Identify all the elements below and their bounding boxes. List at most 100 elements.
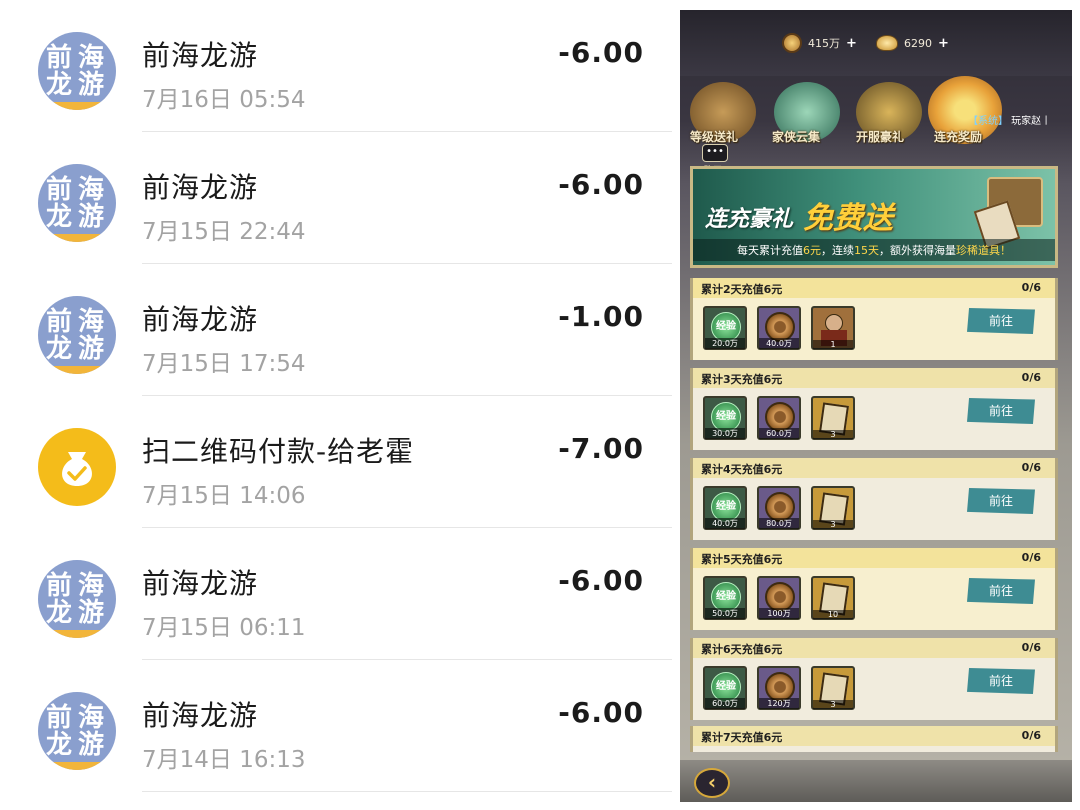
transaction-time: 7月14日 16:13	[142, 747, 306, 773]
copper-coin-item-icon[interactable]: 120万	[757, 666, 801, 710]
banner-subtitle-highlight: 6元	[803, 244, 821, 257]
banner-subtitle-highlight: 15天	[854, 244, 879, 257]
gold-resource[interactable]: 6290 +	[876, 32, 949, 54]
merchant-avatar: 前 海 龙 游	[38, 32, 116, 110]
plus-icon[interactable]: +	[938, 36, 949, 51]
copper-coin-item-icon[interactable]: 100万	[757, 576, 801, 620]
copper-coin-icon	[782, 33, 802, 53]
avatar-glyph: 游	[78, 202, 105, 232]
goto-button[interactable]: 前往	[967, 308, 1035, 334]
transaction-title: 前海龙游	[142, 303, 259, 336]
goto-button[interactable]: 前往	[967, 488, 1035, 514]
transaction-row[interactable]: 前 海 龙 游 前海龙游 7月14日 16:13 -6.00	[0, 660, 672, 792]
avatar-glyph: 游	[78, 598, 105, 628]
task-name: 累计3天充值6元	[701, 373, 783, 386]
nav-label-server-gift[interactable]: 开服豪礼	[856, 128, 904, 145]
transaction-amount: -1.00	[558, 300, 644, 333]
transaction-title: 前海龙游	[142, 567, 259, 600]
scroll-item-icon[interactable]: 3	[811, 396, 855, 440]
task-name: 累计6天充值6元	[701, 643, 783, 656]
task-progress: 0/6	[1021, 281, 1041, 294]
game-screen: 415万 + 6290 + 等级送礼 家侠云集 开服豪礼 连充奖励 【系统】 玩…	[680, 10, 1072, 802]
banner-subtitle: 每天累计充值6元，连续15天，额外获得海量珍稀道具！	[693, 239, 1055, 261]
transaction-row[interactable]: 前 海 龙 游 前海龙游 7月15日 17:54 -1.00	[0, 264, 672, 396]
item-qty: 3	[813, 430, 853, 439]
gold-amount: 6290	[904, 36, 932, 50]
transaction-time: 7月15日 14:06	[142, 483, 306, 509]
transaction-row[interactable]: 扫二维码付款-给老霍 7月15日 14:06 -7.00	[0, 396, 672, 528]
nav-label-heroes-gather[interactable]: 家侠云集	[772, 128, 820, 145]
copper-amount: 415万	[808, 37, 840, 50]
plus-icon[interactable]: +	[846, 36, 857, 51]
transaction-amount: -6.00	[558, 564, 644, 597]
scroll-item-icon[interactable]: 3	[811, 486, 855, 530]
chat-icon[interactable]: •••	[702, 144, 728, 162]
reward-task: 累计4天充值6元 0/6 经验 40.0万 80.0万 3 前往	[690, 458, 1058, 540]
item-qty: 50.0万	[705, 608, 745, 619]
avatar-glyph: 前	[46, 571, 73, 601]
money-bag-icon	[38, 428, 116, 506]
transaction-time: 7月15日 17:54	[142, 351, 306, 377]
item-qty: 3	[813, 700, 853, 709]
avatar-glyph: 海	[78, 571, 105, 601]
chevron-left-icon[interactable]: ‹	[694, 768, 730, 798]
transaction-amount: -6.00	[558, 696, 644, 729]
transaction-time: 7月15日 06:11	[142, 615, 306, 641]
avatar-glyph: 龙	[46, 730, 73, 760]
exp-item-icon[interactable]: 经验 30.0万	[703, 396, 747, 440]
exp-item-icon[interactable]: 经验 20.0万	[703, 306, 747, 350]
marquee-text: 玩家赵丨	[1008, 116, 1052, 127]
item-qty: 30.0万	[705, 428, 745, 439]
transaction-title: 前海龙游	[142, 39, 259, 72]
exp-item-icon[interactable]: 经验 40.0万	[703, 486, 747, 530]
merchant-avatar: 前 海 龙 游	[38, 164, 116, 242]
marquee-system-tag: 【系统】	[968, 116, 1008, 127]
avatar-glyph: 前	[46, 175, 73, 205]
task-name: 累计2天充值6元	[701, 283, 783, 296]
item-qty: 1	[813, 340, 853, 349]
transaction-time: 7月15日 22:44	[142, 219, 306, 245]
reward-task: 累计6天充值6元 0/6 经验 60.0万 120万 3 前往	[690, 638, 1058, 720]
transaction-time: 7月16日 05:54	[142, 87, 306, 113]
item-qty: 120万	[759, 698, 799, 709]
transaction-row[interactable]: 前 海 龙 游 前海龙游 7月16日 05:54 -6.00	[0, 0, 672, 132]
banner-headline-highlight: 免费送	[803, 201, 893, 236]
gold-ingot-icon	[876, 35, 898, 51]
reward-task: 累计5天充值6元 0/6 经验 50.0万 100万 10 前往	[690, 548, 1058, 630]
goto-button[interactable]: 前往	[967, 398, 1035, 424]
banner-subtitle-text: ，连续	[821, 244, 854, 257]
merchant-avatar: 前 海 龙 游	[38, 692, 116, 770]
transaction-title: 前海龙游	[142, 699, 259, 732]
transaction-row[interactable]: 前 海 龙 游 前海龙游 7月15日 06:11 -6.00	[0, 528, 672, 660]
goto-button[interactable]: 前往	[967, 668, 1035, 694]
task-name: 累计4天充值6元	[701, 463, 783, 476]
task-progress: 0/6	[1021, 371, 1041, 384]
nav-label-recharge-reward[interactable]: 连充奖励	[934, 128, 982, 145]
merchant-avatar: 前 海 龙 游	[38, 560, 116, 638]
avatar-glyph: 海	[78, 703, 105, 733]
scroll-item-icon[interactable]: 3	[811, 666, 855, 710]
scroll-item-icon[interactable]: 10	[811, 576, 855, 620]
promo-banner: 连充豪礼 免费送 每天累计充值6元，连续15天，额外获得海量珍稀道具！	[690, 166, 1058, 268]
avatar-glyph: 龙	[46, 334, 73, 364]
transaction-amount: -7.00	[558, 432, 644, 465]
transaction-row[interactable]: 前 海 龙 游 前海龙游 7月15日 22:44 -6.00	[0, 132, 672, 264]
copper-resource[interactable]: 415万 +	[782, 32, 857, 54]
item-qty: 20.0万	[705, 338, 745, 349]
avatar-glyph: 龙	[46, 70, 73, 100]
exp-item-icon[interactable]: 经验 60.0万	[703, 666, 747, 710]
banner-subtitle-text: ，额外获得海量	[879, 244, 956, 257]
item-qty: 40.0万	[705, 518, 745, 529]
goto-button[interactable]: 前往	[967, 578, 1035, 604]
item-qty: 40.0万	[759, 338, 799, 349]
copper-coin-item-icon[interactable]: 60.0万	[757, 396, 801, 440]
task-name: 累计5天充值6元	[701, 553, 783, 566]
copper-coin-item-icon[interactable]: 40.0万	[757, 306, 801, 350]
avatar-glyph: 海	[78, 307, 105, 337]
nav-label-level-gift[interactable]: 等级送礼	[690, 128, 738, 145]
avatar-glyph: 游	[78, 730, 105, 760]
item-qty: 100万	[759, 608, 799, 619]
exp-item-icon[interactable]: 经验 50.0万	[703, 576, 747, 620]
hero-item-icon[interactable]: 1	[811, 306, 855, 350]
copper-coin-item-icon[interactable]: 80.0万	[757, 486, 801, 530]
